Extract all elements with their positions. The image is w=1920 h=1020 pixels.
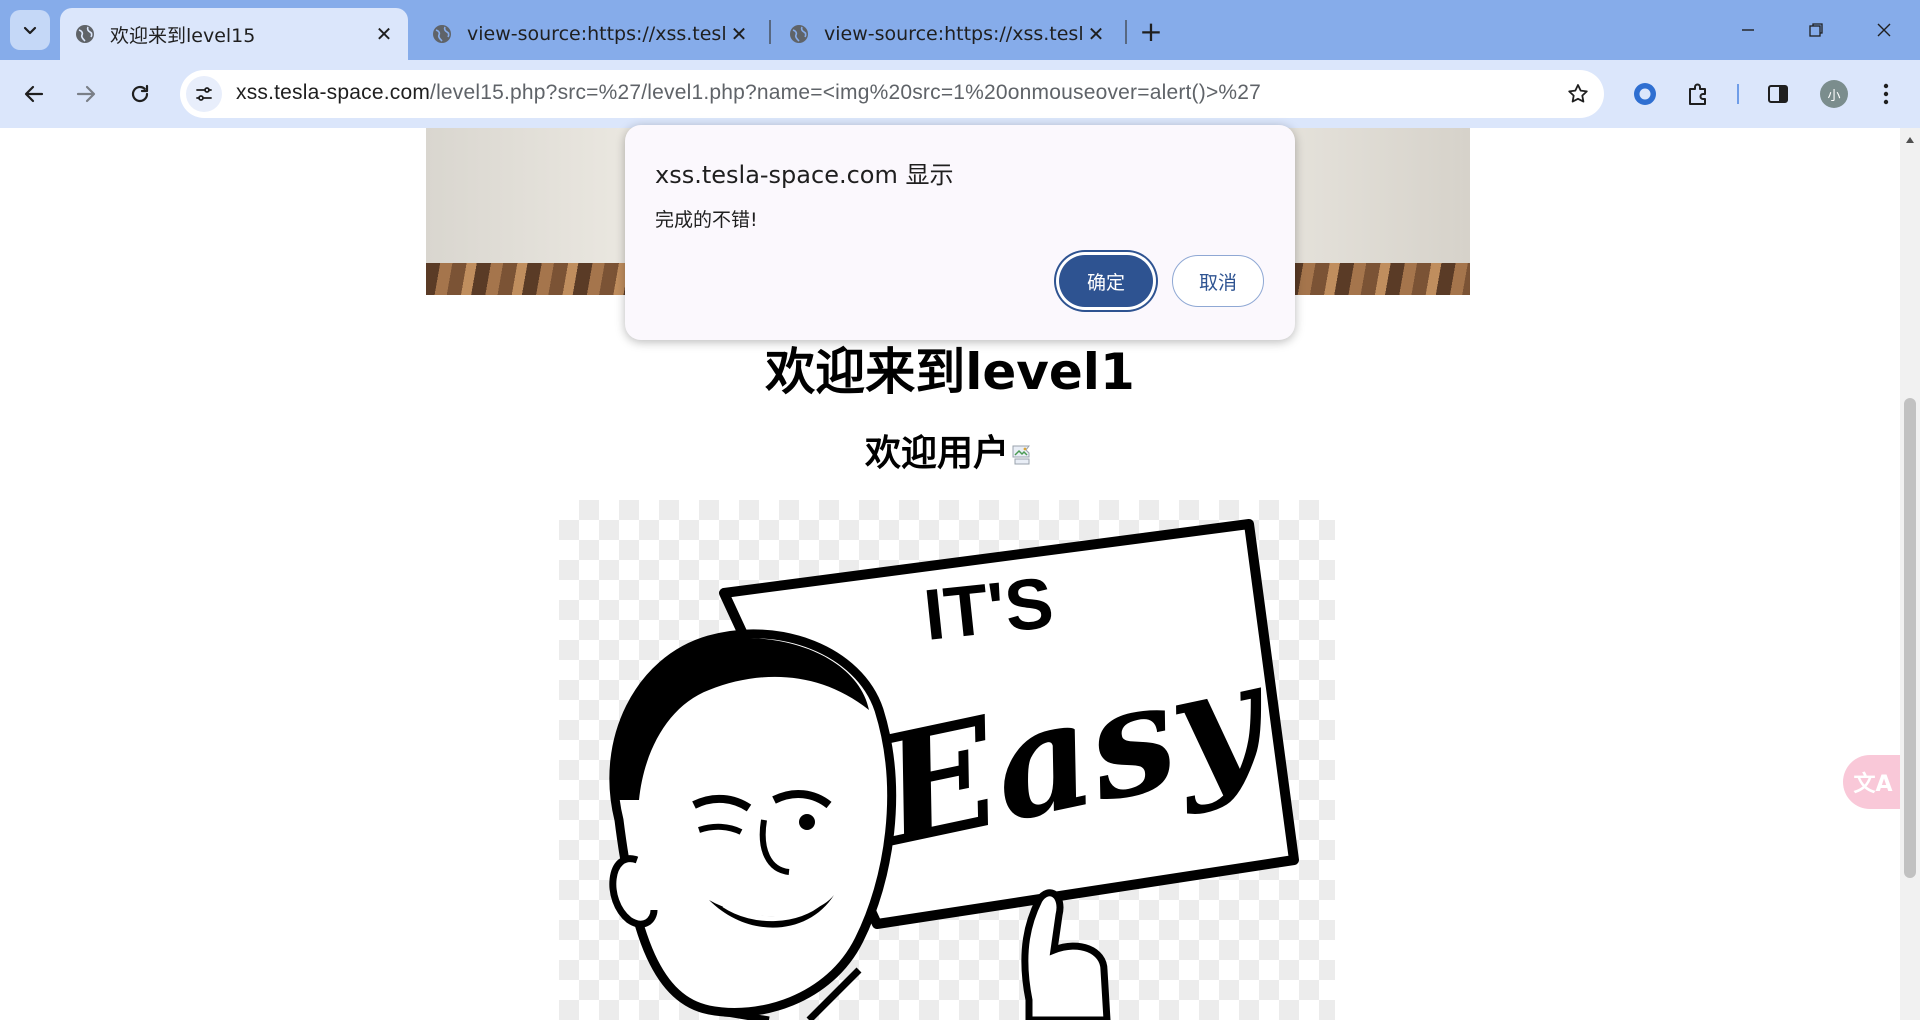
puzzle-icon[interactable] [1680, 76, 1716, 112]
tab-title: 欢迎来到level15 [110, 24, 256, 47]
restore-icon[interactable] [1786, 8, 1846, 52]
globe-icon [74, 23, 96, 45]
tab-strip: 欢迎来到level15 ✕ view-source:https://xss.te… [0, 0, 1920, 60]
page-title: 欢迎来到level1 [765, 343, 1135, 401]
toolbar-separator [1737, 84, 1739, 104]
tab-active[interactable]: 欢迎来到level15 ✕ [60, 8, 408, 60]
tab-view-source-1[interactable]: view-source:https://xss.tesla- ✕ [417, 8, 763, 60]
tab-separator [769, 20, 771, 44]
close-icon[interactable]: ✕ [725, 20, 753, 48]
sign-text-its: IT'S [920, 563, 1057, 656]
translate-icon[interactable]: 文A [1843, 755, 1903, 809]
reload-icon[interactable] [120, 74, 160, 114]
scrollbar[interactable] [1900, 128, 1920, 1020]
globe-icon [788, 23, 810, 45]
extension-circle-icon[interactable] [1627, 76, 1663, 112]
toolbar: xss.tesla-space.com/level15.php?src=%27/… [0, 60, 1920, 128]
close-icon[interactable]: ✕ [370, 20, 398, 48]
user-greeting: 欢迎用户 [0, 424, 1900, 476]
ok-button[interactable]: 确定 [1059, 255, 1153, 307]
tune-icon[interactable] [186, 76, 222, 112]
tab-search-button[interactable] [10, 10, 50, 50]
close-icon[interactable]: ✕ [1082, 20, 1110, 48]
broken-image-icon[interactable] [1011, 435, 1035, 465]
close-window-icon[interactable] [1854, 8, 1914, 52]
scroll-up-icon[interactable] [1904, 134, 1916, 146]
its-easy-image: IT'S Easy [559, 500, 1335, 1020]
menu-icon[interactable] [1868, 76, 1904, 112]
globe-icon [431, 23, 453, 45]
tab-title: view-source:https://xss.tesla- [467, 23, 725, 45]
address-bar[interactable]: xss.tesla-space.com/level15.php?src=%27/… [180, 70, 1604, 118]
url-host: xss.tesla-space.com [236, 81, 431, 104]
dialog-message: 完成的不错! [655, 209, 758, 231]
avatar[interactable]: 小 [1820, 80, 1848, 108]
sidepanel-icon[interactable] [1760, 76, 1796, 112]
plus-icon[interactable]: + [1134, 14, 1168, 48]
alert-dialog: xss.tesla-space.com 显示 完成的不错! 确定 取消 [625, 125, 1295, 340]
tab-view-source-2[interactable]: view-source:https://xss.tesla- ✕ [774, 8, 1120, 60]
forward-icon[interactable] [66, 74, 106, 114]
chevron-down-icon [23, 26, 37, 35]
tab-title: view-source:https://xss.tesla- [824, 23, 1082, 45]
tab-separator [1125, 20, 1127, 44]
url-text: xss.tesla-space.com/level15.php?src=%27/… [236, 81, 1261, 105]
dialog-title: xss.tesla-space.com 显示 [655, 161, 954, 189]
url-path: /level15.php?src=%27/level1.php?name=<im… [430, 81, 1262, 104]
user-greeting-text: 欢迎用户 [864, 433, 1009, 474]
cancel-button[interactable]: 取消 [1172, 255, 1264, 307]
scrollbar-thumb[interactable] [1904, 398, 1916, 878]
back-icon[interactable] [14, 74, 54, 114]
minimize-icon[interactable] [1718, 8, 1778, 52]
star-icon[interactable] [1564, 80, 1592, 108]
